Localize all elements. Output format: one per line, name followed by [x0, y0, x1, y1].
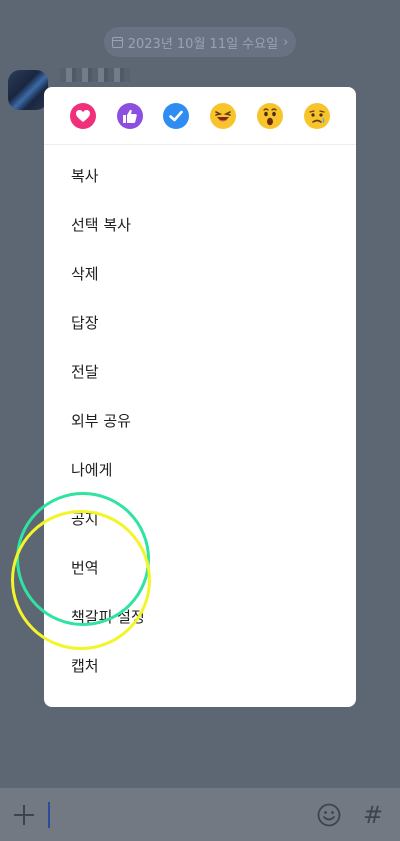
laughing-face-icon: [215, 111, 231, 122]
text-cursor[interactable]: [48, 802, 50, 828]
menu-item-copy[interactable]: 복사: [71, 158, 331, 194]
date-pill[interactable]: 2023년 10월 11일 수요일 ›: [104, 27, 296, 57]
reaction-bar: [44, 87, 356, 145]
plus-icon[interactable]: [12, 803, 36, 827]
sad-reaction-button[interactable]: [304, 103, 330, 129]
thumbs-up-reaction-button[interactable]: [117, 103, 143, 129]
chevron-right-icon: ›: [283, 34, 289, 50]
message-input-bar: #: [0, 788, 400, 841]
smiley-icon: [317, 803, 341, 827]
touch-indicator-ring: [11, 510, 151, 650]
surprised-face-icon: [263, 108, 277, 126]
date-label: 2023년 10월 11일 수요일: [127, 36, 279, 52]
heart-icon: [76, 109, 90, 122]
emoji-button[interactable]: [317, 803, 341, 827]
surprised-reaction-button[interactable]: [257, 103, 283, 129]
menu-item-to-me[interactable]: 나에게: [71, 452, 331, 488]
hashtag-search-button[interactable]: #: [361, 800, 385, 830]
sender-name-blurred: [60, 68, 130, 82]
thumbs-up-icon: [123, 109, 137, 123]
menu-item-select-copy[interactable]: 선택 복사: [71, 207, 331, 243]
menu-item-reply[interactable]: 답장: [71, 305, 331, 341]
sad-face-icon: [309, 110, 325, 123]
laughing-reaction-button[interactable]: [210, 103, 236, 129]
check-reaction-button[interactable]: [163, 103, 189, 129]
menu-item-delete[interactable]: 삭제: [71, 256, 331, 292]
menu-item-capture[interactable]: 캡처: [71, 648, 331, 684]
calendar-icon: [111, 36, 123, 48]
check-icon: [169, 110, 183, 122]
menu-item-share-external[interactable]: 외부 공유: [71, 403, 331, 439]
heart-reaction-button[interactable]: [70, 103, 96, 129]
avatar[interactable]: [8, 70, 48, 110]
menu-item-forward[interactable]: 전달: [71, 354, 331, 390]
